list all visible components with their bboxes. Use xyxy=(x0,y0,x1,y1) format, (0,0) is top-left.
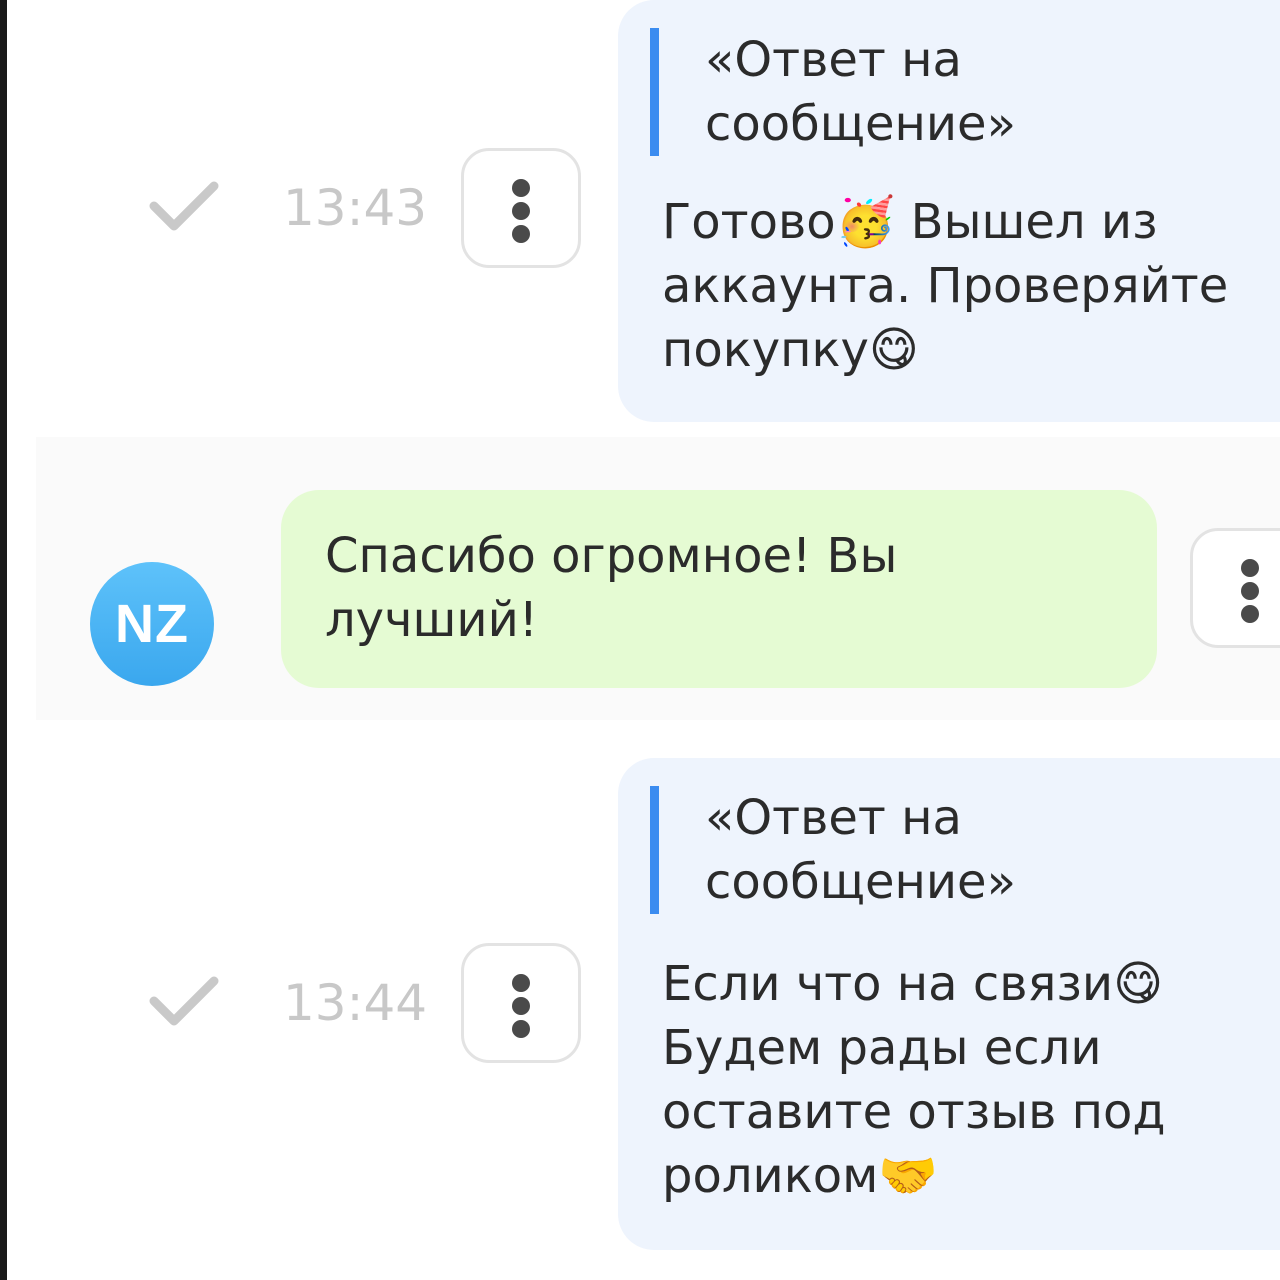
message-time: 13:44 xyxy=(283,974,428,1032)
message-text: Спасибо огромное! Вы лучший! xyxy=(325,528,898,648)
message-bubble-outgoing[interactable]: «Ответ на сообщение» Если что на связи😋 … xyxy=(618,758,1280,1250)
check-icon xyxy=(149,976,219,1026)
reply-quote[interactable]: «Ответ на сообщение» xyxy=(650,28,1016,156)
reply-quote[interactable]: «Ответ на сообщение» xyxy=(650,786,1016,914)
message-menu-button[interactable] xyxy=(1190,528,1280,648)
message-bubble-incoming[interactable]: Спасибо огромное! Вы лучший! xyxy=(281,490,1157,688)
message-bubble-outgoing[interactable]: «Ответ на сообщение» Готово🥳 Вышел из ак… xyxy=(618,0,1280,422)
more-vertical-icon xyxy=(512,179,530,197)
check-icon xyxy=(149,181,219,231)
avatar[interactable]: NZ xyxy=(90,562,214,686)
more-vertical-icon xyxy=(1241,559,1259,577)
message-text: Если что на связи😋 Будем рады если остав… xyxy=(662,956,1166,1204)
window-left-edge xyxy=(0,0,7,1280)
more-vertical-icon xyxy=(512,974,530,992)
message-text: Готово🥳 Вышел из аккаунта. Проверяйте по… xyxy=(662,194,1229,378)
message-time: 13:43 xyxy=(283,179,428,237)
message-menu-button[interactable] xyxy=(461,148,581,268)
message-menu-button[interactable] xyxy=(461,943,581,1063)
